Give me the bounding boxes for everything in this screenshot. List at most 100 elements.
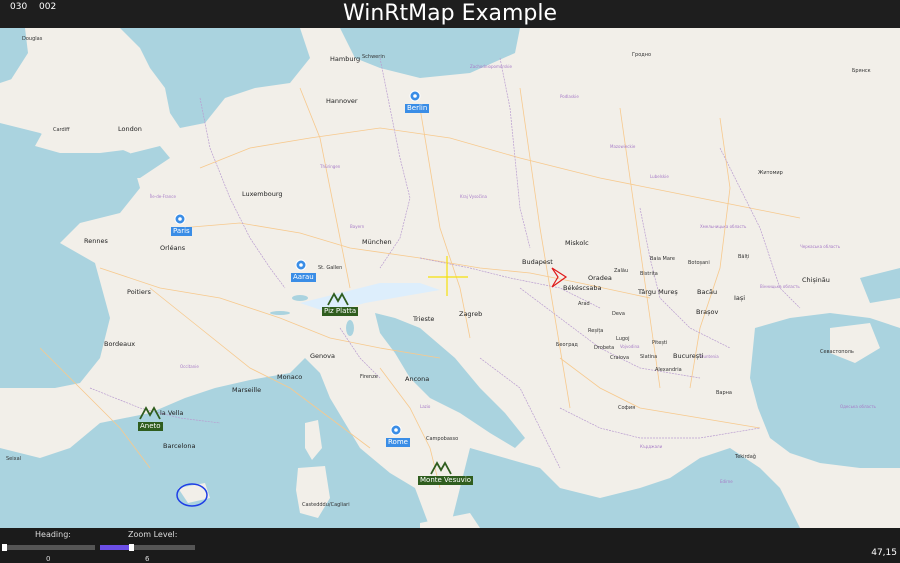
heading-slider-thumb[interactable] [2, 544, 7, 551]
marker-label-aneto[interactable]: Aneto [138, 422, 163, 431]
alps-glaciers [300, 283, 440, 313]
marker-label-rome[interactable]: Rome [386, 438, 410, 447]
svg-text:Lazio: Lazio [420, 404, 431, 409]
city-label-botosani: Botoșani [688, 260, 710, 266]
city-label-bacau: Bacău [697, 288, 717, 296]
svg-text:Occitanie: Occitanie [180, 364, 199, 369]
city-label-orleans: Orléans [160, 244, 186, 252]
city-pin-icon-rome[interactable] [390, 424, 402, 436]
svg-text:Lubelskie: Lubelskie [650, 174, 669, 179]
city-label-resita: Reșița [588, 328, 603, 334]
city-pin-icon-berlin[interactable] [409, 90, 421, 102]
svg-text:Kraj Vysočina: Kraj Vysočina [460, 194, 487, 199]
city-label-marseille: Marseille [232, 386, 261, 394]
sea-areas [0, 28, 900, 528]
city-label-zalau: Zalău [614, 268, 628, 274]
city-label-slatina: Slatina [640, 354, 657, 360]
zoom-slider-thumb[interactable] [129, 544, 134, 551]
city-label-arad: Arad [578, 301, 590, 307]
city-label-pitesti: Pitești [652, 340, 667, 346]
city-label-craiova: Craiova [610, 355, 629, 361]
city-label-zagreb: Zagreb [459, 310, 482, 318]
city-label-zhytomyr: Житомир [758, 170, 783, 176]
city-label-bordeaux: Bordeaux [104, 340, 135, 348]
marker-label-aarau[interactable]: Aarau [291, 273, 316, 282]
city-label-oradea: Oradea [588, 274, 612, 282]
city-label-bucuresti: București [673, 352, 704, 360]
marker-label-paris[interactable]: Paris [171, 227, 192, 236]
city-label-hamburg: Hamburg [330, 55, 360, 63]
heading-slider[interactable] [2, 544, 95, 551]
svg-text:Одеська область: Одеська область [840, 404, 877, 409]
city-label-st-gallen: St. Gallen [318, 265, 342, 271]
map-view[interactable]: Zachodniopomorskie Podlaskie Mazowieckie… [0, 28, 900, 528]
city-label-sofia: София [618, 405, 635, 411]
city-label-alexandria: Alexandria [655, 367, 682, 373]
city-label-trieste: Trieste [412, 315, 434, 323]
city-label-cardiff: Cardiff [53, 127, 70, 133]
city-label-london: London [118, 125, 142, 133]
marker-label-monte-vesuvio[interactable]: Monte Vesuvio [418, 476, 474, 485]
control-bar: Heading: 0 Zoom Level: 6 47,15 [0, 528, 900, 563]
zoom-slider[interactable] [100, 544, 195, 551]
city-label-varna: Варна [716, 390, 732, 396]
city-pin-icon-paris[interactable] [174, 213, 186, 225]
city-label-lugoj: Lugoj [616, 336, 630, 342]
city-label-luxembourg: Luxembourg [242, 190, 283, 198]
city-label-drobeta: Drobeta [594, 345, 614, 351]
svg-text:Vojvodina: Vojvodina [620, 344, 640, 349]
zoom-label: Zoom Level: [128, 530, 178, 539]
city-label-schwerin: Schwerin [362, 54, 385, 60]
marker-label-berlin[interactable]: Berlin [405, 104, 430, 113]
svg-text:Île-de-France: Île-de-France [150, 194, 176, 199]
city-pin-icon-aarau[interactable] [295, 259, 307, 271]
city-label-la-vella: la Vella [160, 409, 183, 417]
city-label-iasi: Iași [734, 294, 745, 302]
city-label-rennes: Rennes [84, 237, 108, 245]
city-label-seixal: Seixal [6, 456, 21, 462]
city-label-ancona: Ancona [405, 375, 429, 383]
city-label-bistrita: Bistrița [640, 271, 658, 277]
map-canvas[interactable]: Zachodniopomorskie Podlaskie Mazowieckie… [0, 28, 900, 528]
svg-text:Кърджали: Кърджали [640, 444, 663, 449]
title-bar: 030 002 WinRtMap Example [0, 0, 900, 28]
city-label-sevastopol: Севастополь [820, 349, 854, 355]
city-label-balti: Bălți [738, 254, 749, 260]
heading-label: Heading: [35, 530, 71, 539]
city-label-beograd: Београд [556, 342, 578, 348]
city-label-tekirdag: Tekirdağ [734, 453, 756, 460]
city-label-deva: Deva [612, 311, 625, 317]
svg-text:Хмельницька область: Хмельницька область [700, 224, 747, 229]
city-label-bekescsaba: Békéscsaba [563, 284, 601, 292]
city-label-monaco: Monaco [277, 373, 302, 381]
city-label-barcelona: Barcelona [163, 442, 195, 450]
city-label-miskolc: Miskolc [565, 239, 589, 247]
city-label-firenze: Firenze [360, 374, 378, 380]
city-label-grodno: Гродно [632, 52, 651, 58]
svg-text:Черкаська область: Черкаська область [800, 244, 841, 249]
city-label-douglas: Douglas [22, 36, 43, 42]
city-label-genova: Genova [310, 352, 335, 360]
coordinates-readout: 47,15 [871, 548, 897, 558]
zoom-slider-fill [100, 545, 131, 550]
svg-text:Edirne: Edirne [720, 479, 733, 484]
city-label-poitiers: Poitiers [127, 288, 151, 296]
city-label-bryansk: Брянск [852, 68, 871, 74]
city-label-hannover: Hannover [326, 97, 358, 105]
svg-text:Podlaskie: Podlaskie [560, 94, 579, 99]
city-label-budapest: Budapest [522, 258, 553, 266]
city-label-chisinau: Chișinău [802, 276, 830, 284]
app-title: WinRtMap Example [342, 1, 558, 26]
svg-text:Вінницька область: Вінницька область [760, 284, 800, 289]
city-label-cagliari: Castedddu/Cagliari [302, 502, 350, 508]
marker-label-piz-platta[interactable]: Piz Platta [322, 307, 359, 316]
svg-text:Thüringen: Thüringen [319, 164, 341, 169]
city-label-targu-mures: Târgu Mureș [637, 288, 678, 296]
city-label-campobasso: Campobasso [426, 436, 458, 442]
city-label-baia-mare: Baia Mare [650, 256, 675, 262]
city-label-brasov: Brașov [696, 308, 718, 316]
city-label-munchen: München [362, 238, 392, 246]
svg-text:Zachodniopomorskie: Zachodniopomorskie [470, 64, 512, 69]
svg-text:Bayern: Bayern [350, 224, 365, 229]
svg-text:Mazowieckie: Mazowieckie [610, 144, 636, 149]
